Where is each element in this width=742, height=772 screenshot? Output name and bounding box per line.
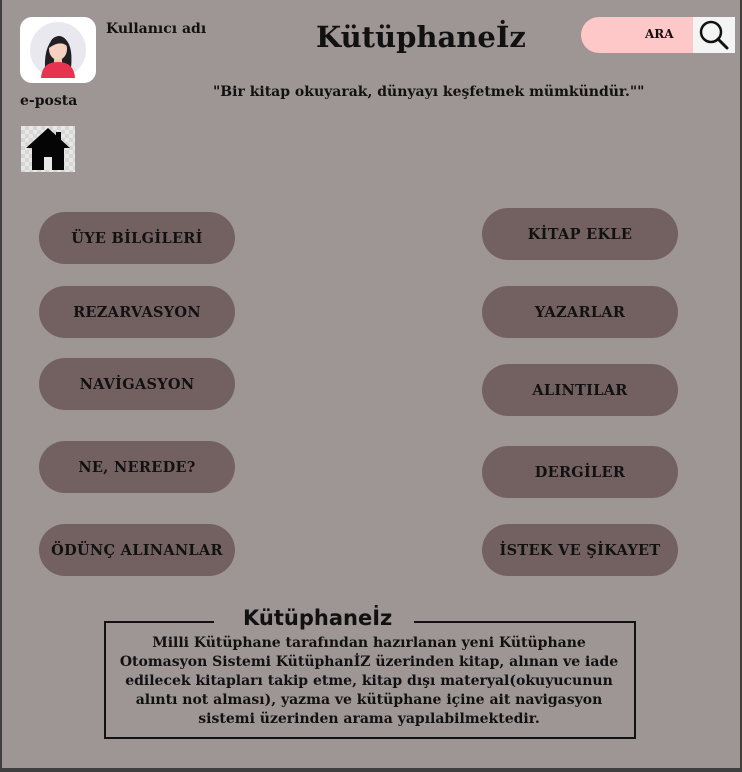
home-button[interactable] (21, 126, 75, 172)
info-title: Kütüphaneİz (243, 606, 393, 630)
what-where-button[interactable]: NE, NEREDE? (39, 441, 235, 493)
avatar (30, 22, 86, 78)
username-label: Kullanıcı adı (106, 21, 207, 37)
borrowed-button[interactable]: ÖDÜNÇ ALINANLAR (39, 524, 235, 576)
reservation-button[interactable]: REZARVASYON (39, 286, 235, 338)
info-line: Milli Kütüphane tarafından hazırlanan ye… (152, 635, 586, 651)
page-title: Kütüphaneİz (316, 20, 526, 54)
navigation-button[interactable]: NAVİGASYON (39, 358, 235, 410)
info-line: Otomasyon Sistemi KütüphanİZ üzerinden k… (119, 654, 619, 670)
quote-text: "Bir kitap okuyarak, dünyayı keşfetmek m… (213, 84, 645, 100)
request-complaint-button[interactable]: İSTEK VE ŞİKAYET (482, 524, 678, 576)
search-label: ARA (645, 27, 674, 41)
home-icon (26, 128, 70, 170)
search-button[interactable] (693, 17, 735, 53)
add-book-button[interactable]: KİTAP EKLE (482, 208, 678, 260)
magnifier-icon (699, 20, 729, 50)
authors-button[interactable]: YAZARLAR (482, 286, 678, 338)
app-frame: Kullanıcı adı e-posta Kütüphaneİz ARA "B… (2, 0, 740, 768)
info-description: Milli Kütüphane tarafından hazırlanan ye… (112, 634, 626, 729)
member-info-button[interactable]: ÜYE BİLGİLERİ (39, 212, 235, 264)
magazines-button[interactable]: DERGİLER (482, 446, 678, 498)
quotes-button[interactable]: ALINTILAR (482, 364, 678, 416)
email-label: e-posta (20, 93, 78, 109)
profile-avatar-button[interactable] (20, 17, 96, 83)
info-line: edilecek kitapları takip etme, kitap dış… (125, 673, 613, 689)
info-line: sistemi üzerinden arama yapılabilmektedi… (198, 711, 540, 727)
user-avatar-icon (41, 36, 75, 78)
info-line: alıntı not alması), yazma ve kütüphane i… (135, 692, 603, 708)
